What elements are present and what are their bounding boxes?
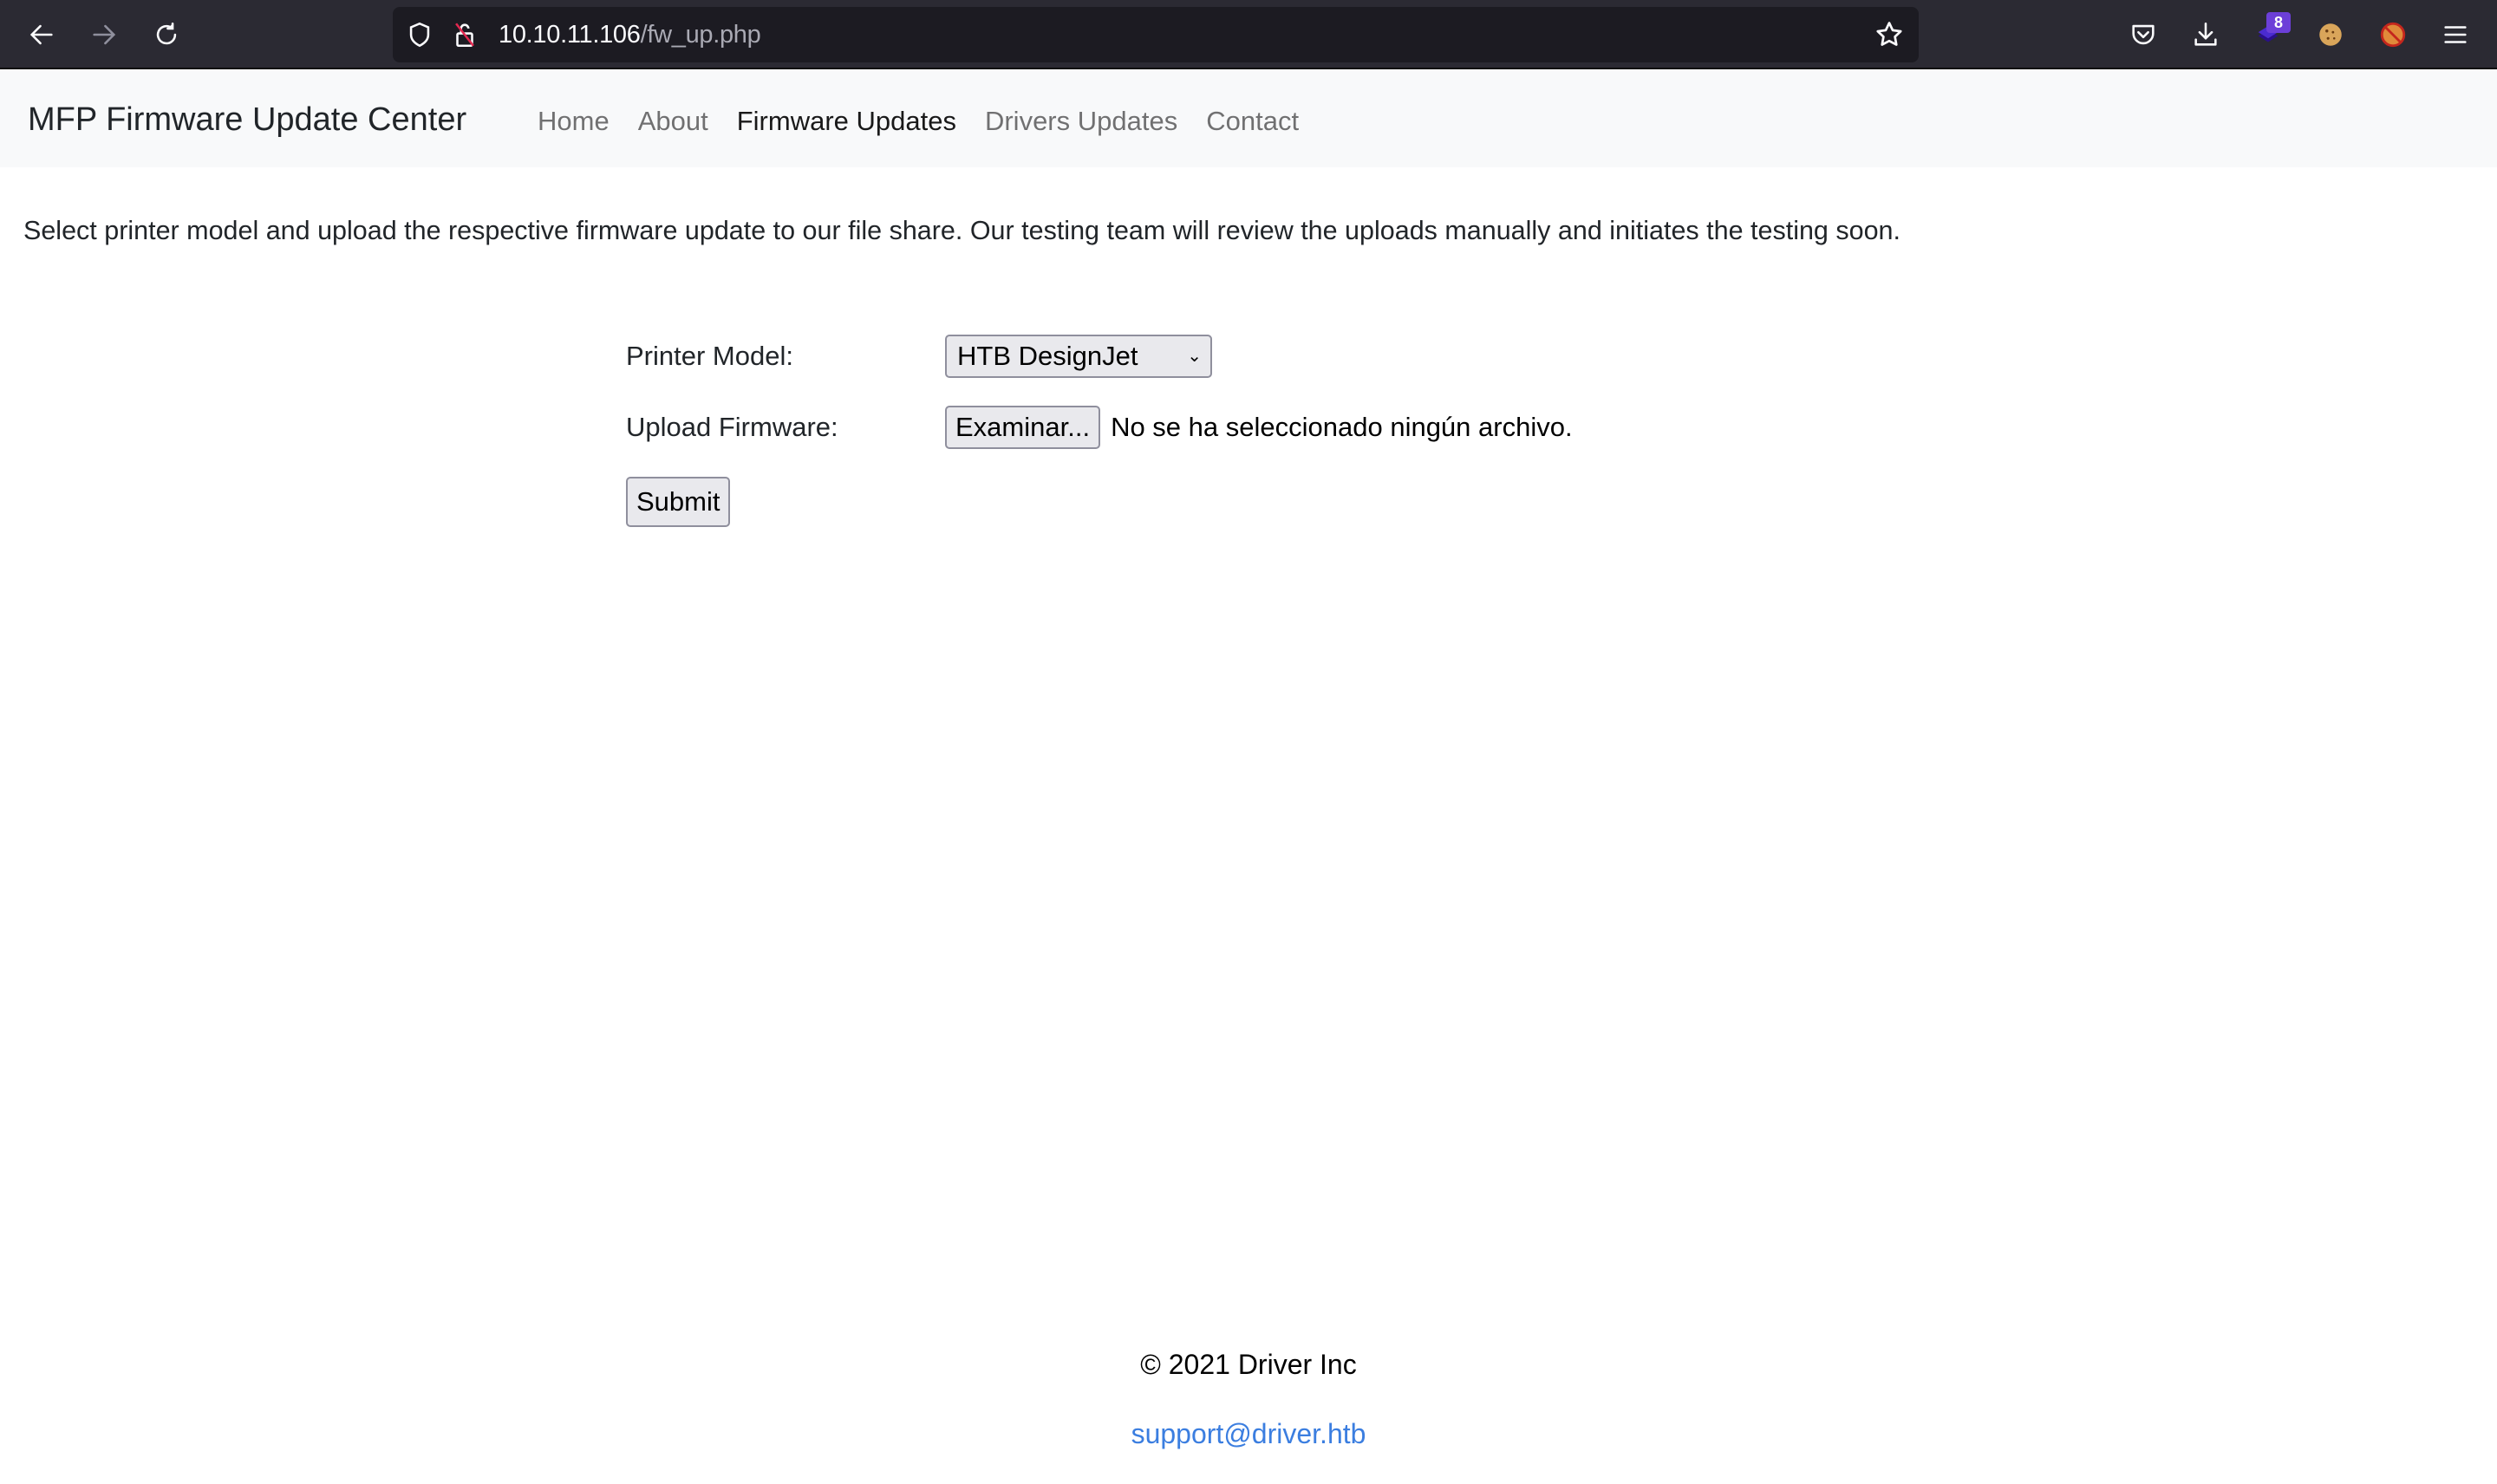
blocked-fox-icon [2380,22,2406,48]
insecure-lock-icon[interactable] [450,20,479,49]
shield-icon[interactable] [405,20,434,49]
back-button[interactable] [24,17,59,52]
nav-links: Home About Firmware Updates Drivers Upda… [538,104,1327,139]
printer-model-row: Printer Model: HTB DesignJet ⌄ [626,335,1212,378]
back-arrow-icon [29,24,53,45]
downloads-button[interactable] [2188,17,2223,52]
url-text[interactable]: 10.10.11.106/fw_up.php [499,19,761,50]
forward-button[interactable] [87,17,121,52]
upload-firmware-row: Upload Firmware: Examinar... No se ha se… [626,406,1573,449]
footer-email-wrap: support@driver.htb [0,1418,2497,1450]
reload-button[interactable] [149,17,184,52]
printer-model-select[interactable]: HTB DesignJet ⌄ [945,335,1212,378]
chevron-down-icon: ⌄ [1187,347,1202,366]
nav-firmware-updates[interactable]: Firmware Updates [737,104,956,139]
extension-badge: 8 [2266,12,2291,33]
extension-button[interactable]: 8 [2251,12,2291,52]
bookmark-star-icon[interactable] [1874,19,1905,50]
url-path: /fw_up.php [640,21,761,49]
submit-button[interactable]: Submit [626,477,731,527]
url-host: 10.10.11.106 [499,21,641,49]
url-bar[interactable]: 10.10.11.106/fw_up.php [393,7,1919,62]
printer-model-value: HTB DesignJet [957,341,1138,371]
pocket-icon [2132,24,2155,45]
file-status: No se ha seleccionado ningún archivo. [1111,412,1573,442]
browse-file-button[interactable]: Examinar... [945,406,1101,449]
forward-arrow-icon [93,24,116,45]
nav-home[interactable]: Home [538,104,610,139]
support-email-link[interactable]: support@driver.htb [1131,1418,1366,1449]
site-brand[interactable]: MFP Firmware Update Center [28,101,466,139]
menu-hamburger-icon [2444,26,2467,43]
browser-toolbar: 10.10.11.106/fw_up.php 8 [0,0,2497,69]
cookie-icon [2319,23,2342,46]
intro-text: Select printer model and upload the resp… [23,216,1900,245]
download-icon [2194,22,2217,46]
upload-firmware-label: Upload Firmware: [626,412,838,442]
site-navbar: MFP Firmware Update Center Home About Fi… [0,71,2497,167]
nav-about[interactable]: About [638,104,708,139]
footer-copyright: © 2021 Driver Inc [1140,1349,1357,1380]
reload-icon [156,22,177,45]
blocker-extension-button[interactable] [2376,17,2410,52]
nav-drivers-updates[interactable]: Drivers Updates [985,104,1177,139]
printer-model-label: Printer Model: [626,341,793,371]
app-menu-button[interactable] [2438,17,2473,52]
nav-contact[interactable]: Contact [1206,104,1299,139]
cookie-extension-button[interactable] [2313,17,2348,52]
pocket-button[interactable] [2126,17,2161,52]
